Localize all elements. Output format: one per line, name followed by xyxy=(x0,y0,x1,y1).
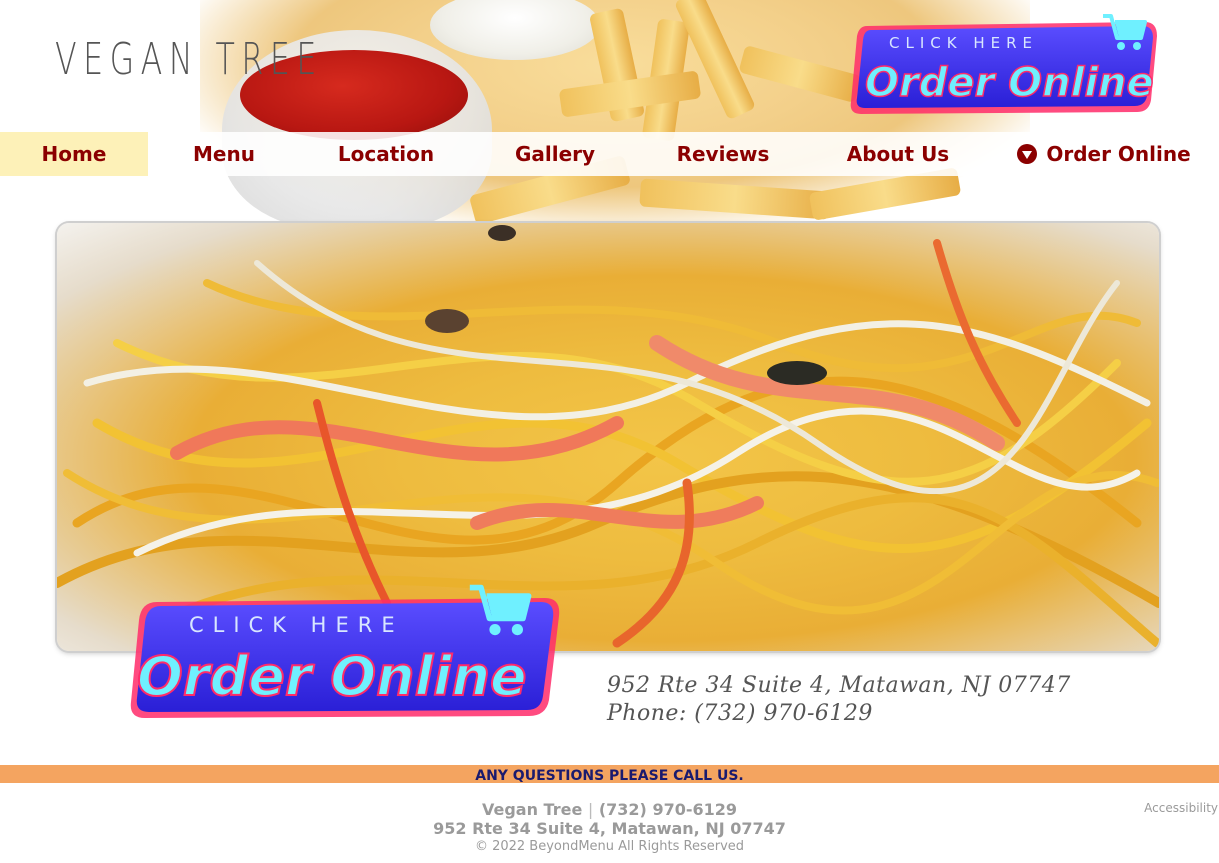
accessibility-link[interactable]: Accessibility xyxy=(1144,801,1218,815)
footer-restaurant-name: Vegan Tree xyxy=(481,800,583,819)
badge-click-here-text: CLICK HERE xyxy=(889,34,1038,52)
nav-item-about-us[interactable]: About Us xyxy=(808,132,988,176)
order-icon xyxy=(1017,144,1038,164)
nav-label: About Us xyxy=(846,142,950,166)
address-text: 952 Rte 34 Suite 4, Matawan, NJ 07747 xyxy=(607,673,1071,698)
nav-item-reviews[interactable]: Reviews xyxy=(638,132,808,176)
restaurant-address-block: 952 Rte 34 Suite 4, Matawan, NJ 07747 Ph… xyxy=(607,672,1071,728)
footer-separator: | xyxy=(587,800,594,819)
nav-item-location[interactable]: Location xyxy=(300,132,472,176)
nav-label: Menu xyxy=(193,142,255,166)
nav-item-gallery[interactable]: Gallery xyxy=(472,132,638,176)
nav-label: Reviews xyxy=(676,142,770,166)
phone-text[interactable]: Phone: (732) 970-6129 xyxy=(607,700,1071,728)
footer-call-banner: ANY QUESTIONS PLEASE CALL US. xyxy=(0,765,1219,784)
nav-item-menu[interactable]: Menu xyxy=(148,132,300,176)
order-online-badge-main[interactable]: CLICK HERE Order Online xyxy=(125,580,565,725)
order-online-badge-top[interactable]: CLICK HERE Order Online xyxy=(845,8,1165,120)
nav-label: Home xyxy=(41,142,107,166)
footer-phone[interactable]: (732) 970-6129 xyxy=(599,800,737,819)
site-header: VEGAN TREE CLICK HERE Order Online xyxy=(0,0,1219,222)
main-nav: Home Menu Location Gallery Reviews About… xyxy=(0,132,1219,176)
badge-click-here-text: CLICK HERE xyxy=(189,613,404,637)
footer-info: Vegan Tree | (732) 970-6129 952 Rte 34 S… xyxy=(0,800,1219,856)
footer-address: 952 Rte 34 Suite 4, Matawan, NJ 07747 xyxy=(433,819,786,838)
call-banner-text: ANY QUESTIONS PLEASE CALL US. xyxy=(475,768,744,784)
nav-label: Gallery xyxy=(514,142,596,166)
site-logo[interactable]: VEGAN TREE xyxy=(55,34,323,85)
badge-order-online-text: Order Online xyxy=(137,645,527,708)
nav-item-order-online[interactable]: Order Online xyxy=(988,132,1219,176)
footer-copyright: © 2022 BeyondMenu All Rights Reserved xyxy=(474,839,745,854)
nav-item-home[interactable]: Home xyxy=(0,132,148,176)
nav-label: Order Online xyxy=(1046,142,1191,166)
badge-order-online-text: Order Online xyxy=(865,60,1154,106)
nav-label: Location xyxy=(337,142,435,166)
